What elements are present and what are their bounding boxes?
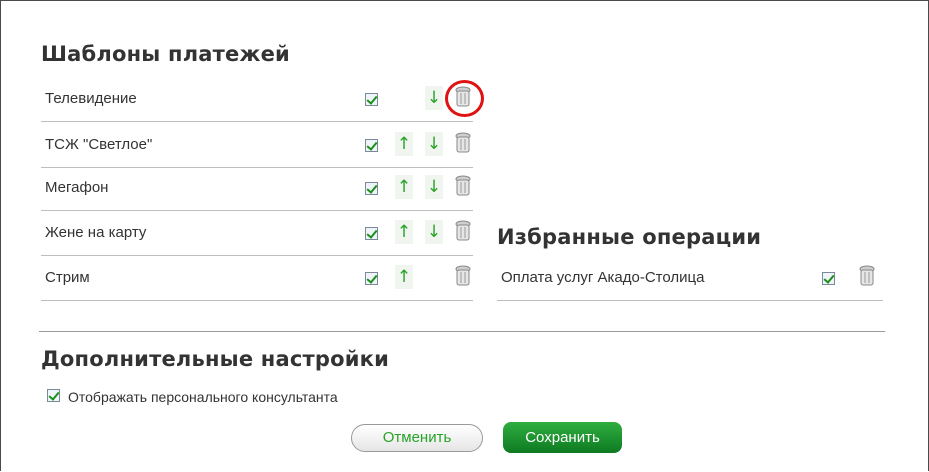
arrow-down-icon[interactable]: ↓ [425,132,443,156]
favorite-row: Оплата услуг Акадо-Столица [497,254,883,301]
trash-icon[interactable] [858,265,876,289]
trash-icon[interactable] [454,220,472,244]
template-label: Мегафон [45,179,109,196]
template-row: Жене на карту ↑ ↓ [41,209,473,256]
arrow-up-icon[interactable]: ↑ [395,132,413,156]
personal-consultant-label: Отображать персонального консультанта [68,389,338,405]
checkbox-checked-icon[interactable] [47,389,60,402]
template-label: Телевидение [45,90,137,107]
checkbox-checked-icon[interactable] [822,272,835,285]
arrow-up-icon[interactable]: ↑ [395,175,413,199]
checkbox-checked-icon[interactable] [365,93,378,106]
checkbox-checked-icon[interactable] [365,272,378,285]
extra-settings-title: Дополнительные настройки [41,347,390,371]
arrow-down-icon[interactable]: ↓ [425,175,443,199]
template-row: Мегафон ↑ ↓ [41,164,473,211]
trash-icon[interactable] [454,265,472,289]
templates-title: Шаблоны платежей [41,42,290,66]
arrow-up-icon[interactable]: ↑ [395,265,413,289]
template-row: Телевидение ↓ [41,75,473,122]
checkbox-checked-icon[interactable] [365,182,378,195]
template-label: Жене на карту [45,224,147,241]
favorite-label: Оплата услуг Акадо-Столица [501,269,705,286]
cancel-button[interactable]: Отменить [351,424,483,452]
checkbox-checked-icon[interactable] [365,139,378,152]
arrow-up-icon[interactable]: ↑ [395,220,413,244]
save-button[interactable]: Сохранить [503,422,622,453]
template-row: ТСЖ "Светлое" ↑ ↓ [41,121,473,168]
template-label: Стрим [45,269,90,286]
arrow-down-icon[interactable]: ↓ [425,86,443,110]
template-label: ТСЖ "Светлое" [45,136,153,153]
favorites-title: Избранные операции [497,225,762,249]
section-divider [39,331,885,332]
trash-icon[interactable] [454,175,472,199]
checkbox-checked-icon[interactable] [365,227,378,240]
trash-icon[interactable] [454,86,472,110]
template-row: Стрим ↑ [41,254,473,301]
trash-icon[interactable] [454,132,472,156]
arrow-down-icon[interactable]: ↓ [425,220,443,244]
